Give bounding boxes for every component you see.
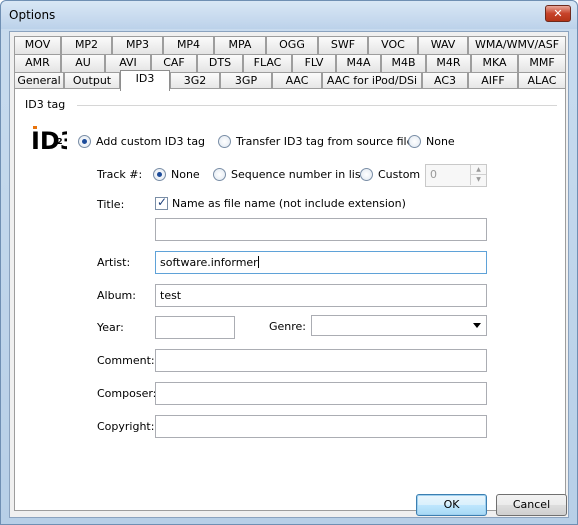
track-label: Track #: (97, 168, 143, 181)
tab-flac[interactable]: FLAC (243, 54, 292, 72)
radio-label: Custom (378, 168, 421, 181)
radio-track-sequence[interactable]: Sequence number in list (213, 168, 365, 181)
radio-label: None (171, 168, 200, 181)
tab-ogg[interactable]: OGG (266, 36, 318, 54)
id3-panel: ID3 tag ID3 2 Add custom ID3 tag Transfe… (14, 88, 566, 511)
dropdown-arrow-icon (473, 323, 481, 328)
radio-label: None (426, 135, 455, 148)
id3-logo-sub: 2 (57, 137, 63, 146)
tab-dts[interactable]: DTS (197, 54, 243, 72)
copyright-input[interactable] (155, 415, 487, 438)
radio-mode-none[interactable]: None (408, 135, 455, 148)
id3-group-label: ID3 tag (25, 98, 66, 111)
artist-label: Artist: (97, 256, 131, 269)
tab-au[interactable]: AU (61, 54, 105, 72)
track-custom-value: 0 (430, 168, 437, 181)
tab-mmf[interactable]: MMF (518, 54, 566, 72)
album-input[interactable]: test (155, 284, 487, 307)
tab-wav[interactable]: WAV (418, 36, 468, 54)
radio-dot (408, 135, 421, 148)
year-input[interactable] (155, 316, 235, 339)
year-label: Year: (97, 321, 124, 334)
radio-dot (360, 168, 373, 181)
comment-label: Comment: (97, 354, 155, 367)
radio-dot (78, 135, 91, 148)
tab-voc[interactable]: VOC (368, 36, 418, 54)
checkbox-label: Name as file name (not include extension… (172, 197, 406, 210)
text-caret (257, 256, 259, 268)
tab-row-2: AMR AU AVI CAF DTS FLAC FLV M4A M4B M4R … (14, 54, 566, 72)
cancel-button[interactable]: Cancel (496, 494, 567, 516)
tab-amr[interactable]: AMR (14, 54, 61, 72)
tab-mp4[interactable]: MP4 (163, 36, 214, 54)
composer-input[interactable] (155, 382, 487, 405)
track-custom-stepper[interactable]: 0 ▲ ▼ (425, 164, 487, 187)
tab-row-1: MOV MP2 MP3 MP4 MPA OGG SWF VOC WAV WMA/… (14, 36, 566, 54)
options-window: Options ✕ MOV MP2 MP3 MP4 MPA OGG SWF VO… (0, 0, 578, 525)
title-label: Title: (97, 198, 125, 211)
tab-mp3[interactable]: MP3 (112, 36, 163, 54)
artist-input[interactable]: software.informer (155, 251, 487, 274)
tab-m4a[interactable]: M4A (336, 54, 381, 72)
radio-track-none[interactable]: None (153, 168, 200, 181)
tab-id3[interactable]: ID3 (120, 70, 170, 91)
tab-mov[interactable]: MOV (14, 36, 61, 54)
id3-logo-icon: ID3 2 (31, 125, 77, 155)
radio-transfer-id3[interactable]: Transfer ID3 tag from source file (218, 135, 413, 148)
checkmark-icon (155, 195, 168, 210)
tab-mp2[interactable]: MP2 (61, 36, 112, 54)
genre-select[interactable] (311, 315, 487, 336)
tab-wma-wmv-asf[interactable]: WMA/WMV/ASF (468, 36, 566, 54)
radio-label: Add custom ID3 tag (96, 135, 206, 148)
close-button[interactable]: ✕ (545, 5, 571, 22)
tab-swf[interactable]: SWF (318, 36, 368, 54)
comment-input[interactable] (155, 349, 487, 372)
group-divider (77, 105, 557, 106)
tab-m4r[interactable]: M4R (426, 54, 471, 72)
title-bar[interactable]: Options ✕ (1, 1, 577, 29)
spin-up-icon[interactable]: ▲ (470, 165, 486, 175)
genre-label: Genre: (269, 320, 307, 333)
radio-dot (153, 168, 166, 181)
radio-label: Sequence number in list (231, 168, 365, 181)
radio-dot (218, 135, 231, 148)
copyright-label: Copyright: (97, 420, 155, 433)
composer-label: Composer: (97, 387, 157, 400)
radio-dot (213, 168, 226, 181)
title-input[interactable] (155, 218, 487, 241)
radio-track-custom[interactable]: Custom (360, 168, 420, 181)
tab-mpa[interactable]: MPA (214, 36, 266, 54)
tab-mka[interactable]: MKA (471, 54, 518, 72)
spin-down-icon[interactable]: ▼ (470, 175, 486, 185)
tab-flv[interactable]: FLV (292, 54, 336, 72)
tab-m4b[interactable]: M4B (381, 54, 426, 72)
dialog-client-area: MOV MP2 MP3 MP4 MPA OGG SWF VOC WAV WMA/… (9, 31, 569, 518)
radio-label: Transfer ID3 tag from source file (236, 135, 414, 148)
radio-add-custom-id3[interactable]: Add custom ID3 tag (78, 135, 205, 148)
title-filename-checkbox[interactable]: Name as file name (not include extension… (155, 195, 406, 210)
album-label: Album: (97, 289, 136, 302)
ok-button[interactable]: OK (416, 494, 487, 516)
window-title: Options (9, 8, 56, 22)
artist-value: software.informer (160, 256, 258, 269)
